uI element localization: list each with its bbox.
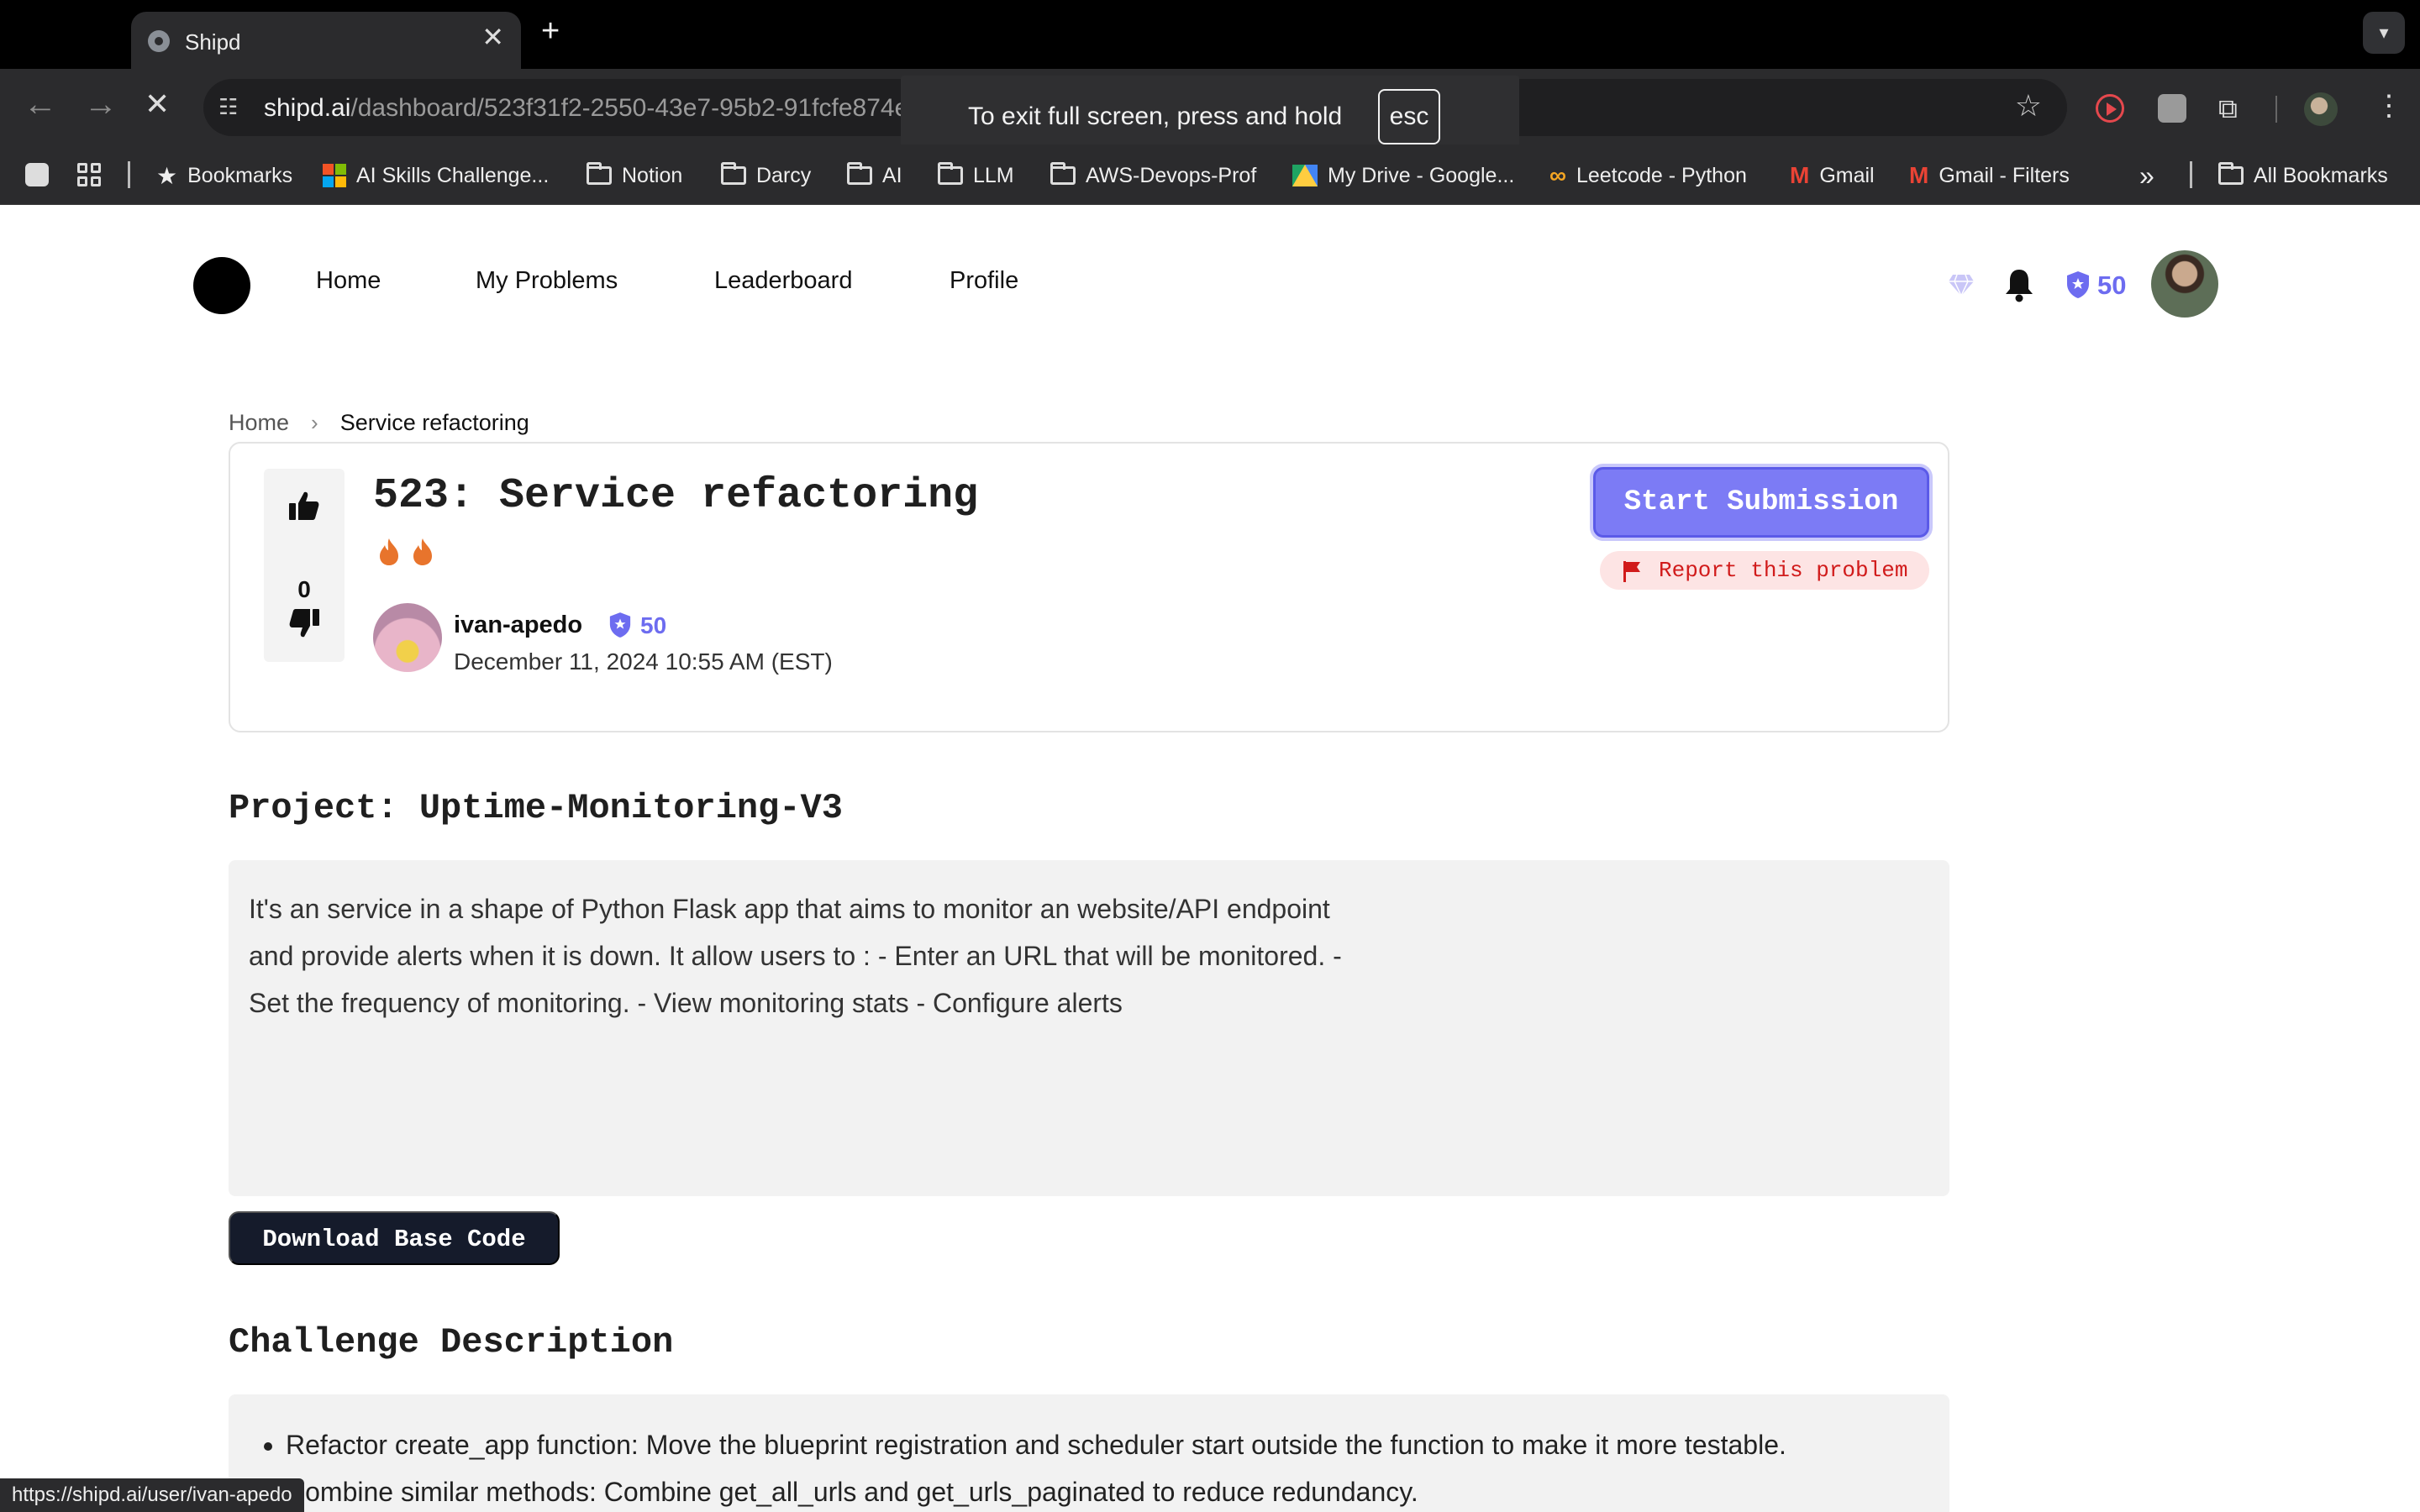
bookmarks-bar: ★ Bookmarks AI Skills Challenge... Notion… [0, 144, 2420, 205]
stop-loading-icon[interactable]: ✕ [145, 89, 170, 119]
leetcode-icon: ∞ [1549, 162, 1566, 188]
challenge-heading: Challenge Description [229, 1322, 674, 1362]
start-submission-button[interactable]: Start Submission [1593, 467, 1929, 538]
author-avatar[interactable] [373, 603, 442, 672]
bookmark-notion[interactable]: Notion [587, 162, 682, 188]
bookmark-ai[interactable]: AI [847, 162, 902, 188]
chevron-right-icon: › [311, 410, 318, 435]
bookmark-aws-devops[interactable]: AWS-Devops-Prof [1050, 162, 1256, 188]
site-info-icon[interactable]: ☷ [218, 94, 244, 119]
toolbar-divider [2275, 96, 2277, 123]
folder-icon [1050, 162, 1076, 185]
star-icon: ★ [156, 162, 178, 189]
list-item: Combine similar methods: Combine get_all… [286, 1468, 1786, 1512]
apps-grid-icon[interactable] [77, 163, 103, 188]
gem-icon[interactable] [1948, 273, 1975, 297]
gmail-icon: M [1909, 162, 1929, 188]
bookmarks-divider [128, 161, 130, 188]
project-description: It's an service in a shape of Python Fla… [249, 894, 1342, 1018]
breadcrumb-current: Service refactoring [339, 410, 529, 435]
report-problem-label: Report this problem [1659, 558, 1908, 583]
new-tab-button[interactable]: + [541, 15, 560, 47]
close-tab-icon[interactable]: ✕ [481, 24, 504, 50]
recorder-extension-icon[interactable] [2096, 94, 2124, 123]
shipd-favicon-icon [148, 30, 170, 52]
bookmark-ai-skills[interactable]: AI Skills Challenge... [323, 163, 549, 188]
esc-key-badge: esc [1378, 89, 1440, 144]
report-problem-button[interactable]: Report this problem [1600, 551, 1929, 590]
nav-home[interactable]: Home [316, 267, 381, 295]
challenge-list: Refactor create_app function: Move the b… [286, 1421, 1786, 1512]
all-bookmarks[interactable]: All Bookmarks [2218, 162, 2388, 188]
user-avatar[interactable] [2151, 250, 2218, 318]
project-heading: Project: Uptime-Monitoring-V3 [229, 788, 843, 828]
gmail-icon: M [1790, 162, 1810, 188]
flame-icon [413, 538, 432, 565]
author-name-link[interactable]: ivan-apedo [454, 612, 582, 639]
flame-icon [380, 538, 398, 565]
browser-menu-icon[interactable]: ⋮ [2375, 89, 2403, 123]
status-bar-url: https://shipd.ai/user/ivan-apedo [0, 1478, 304, 1512]
nav-profile[interactable]: Profile [950, 267, 1018, 295]
problem-date: December 11, 2024 10:55 AM (EST) [454, 648, 833, 675]
shipd-logo[interactable] [193, 257, 250, 314]
problem-title: 523: Service refactoring [373, 472, 979, 520]
folder-icon [2218, 162, 2244, 185]
microsoft-icon [323, 164, 346, 187]
browser-profile-avatar[interactable] [2304, 92, 2338, 126]
browser-tab-active[interactable]: Shipd ✕ [131, 12, 521, 69]
vote-count: 0 [297, 576, 311, 602]
browser-tab-bar: Shipd ✕ + ▾ [0, 0, 2420, 69]
tab-search-chevron-icon[interactable]: ▾ [2363, 12, 2405, 54]
author-score: 50 [640, 612, 667, 638]
bookmark-llm[interactable]: LLM [938, 162, 1014, 188]
fullscreen-toast-text: To exit full screen, press and hold [968, 102, 1343, 130]
bookmark-my-drive[interactable]: My Drive - Google... [1292, 163, 1514, 188]
tab-title: Shipd [185, 29, 241, 55]
project-description-box: It's an service in a shape of Python Fla… [229, 860, 1949, 1196]
bookmark-leetcode[interactable]: ∞ Leetcode - Python [1549, 162, 1747, 188]
flag-icon [1623, 561, 1640, 582]
bookmarks-divider [2190, 161, 2192, 188]
nav-leaderboard[interactable]: Leaderboard [714, 267, 852, 295]
thumbs-up-icon[interactable] [287, 489, 321, 522]
list-item: Refactor create_app function: Move the b… [286, 1421, 1786, 1468]
folder-icon [587, 162, 612, 185]
bookmark-gmail[interactable]: M Gmail [1790, 162, 1875, 188]
extension-icon[interactable] [2158, 94, 2186, 123]
download-base-code-button[interactable]: Download Base Code [229, 1211, 560, 1265]
breadcrumb: Home › Service refactoring [229, 410, 529, 436]
problem-header-card: 0 523: Service refactoring ivan-apedo 50… [229, 442, 1949, 732]
thumbs-down-icon[interactable] [287, 606, 321, 640]
challenge-description-box: Refactor create_app function: Move the b… [229, 1394, 1949, 1512]
bookmark-bookmarks[interactable]: ★ Bookmarks [156, 162, 292, 189]
google-drive-icon [1292, 165, 1318, 186]
vote-box: 0 [264, 469, 345, 662]
bell-icon[interactable] [2003, 267, 2035, 302]
nav-my-problems[interactable]: My Problems [476, 267, 618, 295]
sidebar-toggle-icon[interactable] [25, 163, 49, 186]
puzzle-extensions-icon[interactable]: ⧉ [2218, 94, 2247, 123]
breadcrumb-home[interactable]: Home [229, 410, 289, 436]
forward-arrow-icon[interactable]: → [84, 87, 118, 121]
bookmark-star-icon[interactable]: ☆ [2015, 91, 2042, 121]
folder-icon [938, 162, 963, 185]
difficulty-flames [378, 538, 434, 566]
score-shield-icon [2067, 271, 2089, 298]
bookmark-darcy[interactable]: Darcy [721, 162, 811, 188]
back-arrow-icon[interactable]: ← [24, 87, 57, 121]
author-shield-icon [609, 612, 631, 638]
bookmarks-overflow-icon[interactable]: » [2139, 160, 2154, 191]
bookmark-gmail-filters[interactable]: M Gmail - Filters [1909, 162, 2070, 188]
folder-icon [721, 162, 746, 185]
user-score: 50 [2097, 270, 2127, 300]
folder-icon [847, 162, 872, 185]
